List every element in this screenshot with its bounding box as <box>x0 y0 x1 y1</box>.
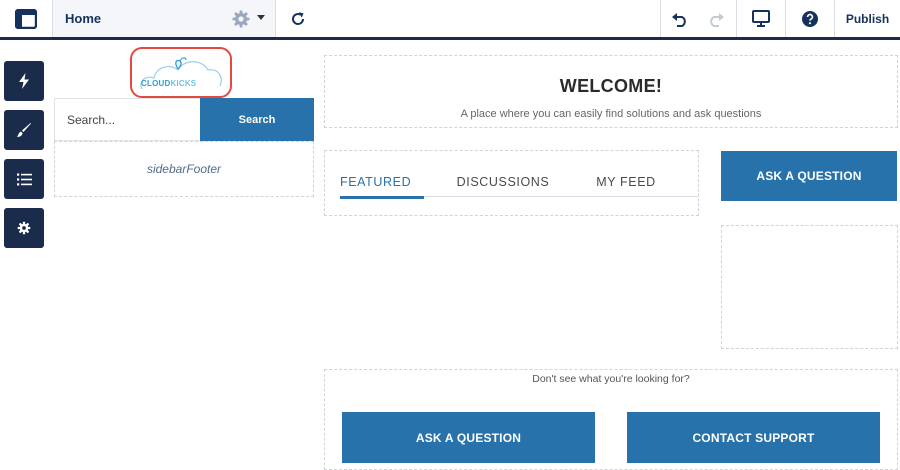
logo-wordmark: CLOUDKICKS <box>141 79 197 88</box>
layout-icon <box>15 8 37 29</box>
refresh-button[interactable] <box>276 0 320 37</box>
page-structure-rail-button[interactable] <box>4 159 44 199</box>
theme-rail-button[interactable] <box>4 110 44 150</box>
gear-icon <box>17 221 31 235</box>
help-button[interactable] <box>786 0 834 37</box>
settings-rail-button[interactable] <box>4 208 44 248</box>
list-icon <box>16 173 32 185</box>
tab-discussions[interactable]: DISCUSSIONS <box>455 175 551 189</box>
builder-toolbar: Home Publish <box>0 0 900 40</box>
brush-icon <box>17 123 31 137</box>
company-logo[interactable]: CLOUDKICKS <box>130 47 232 98</box>
components-rail-button[interactable] <box>4 61 44 101</box>
sidebar-footer-label: sidebarFooter <box>146 162 222 176</box>
bottom-ask-question-button[interactable]: ASK A QUESTION <box>342 412 595 463</box>
toolbar-divider <box>660 0 661 37</box>
undo-button[interactable] <box>662 0 698 37</box>
gear-icon[interactable] <box>231 9 251 29</box>
page-subtitle: A place where you can easily find soluti… <box>460 108 762 120</box>
help-prompt: Don't see what you're looking for? <box>532 373 690 385</box>
contact-support-button[interactable]: CONTACT SUPPORT <box>627 412 880 463</box>
page-name: Home <box>65 11 102 26</box>
device-preview-button[interactable] <box>737 0 785 37</box>
layout-toggle-button[interactable] <box>0 0 52 37</box>
monitor-icon <box>752 10 770 27</box>
redo-button[interactable] <box>698 0 734 37</box>
help-icon <box>802 10 818 27</box>
lightning-icon <box>19 73 29 89</box>
search-input[interactable] <box>54 98 200 141</box>
publish-button[interactable]: Publish <box>846 12 889 26</box>
tab-featured[interactable]: FEATURED <box>340 175 411 189</box>
active-tab-indicator <box>340 196 424 199</box>
search-button[interactable]: Search <box>200 98 314 141</box>
ask-question-button[interactable]: ASK A QUESTION <box>721 151 897 201</box>
refresh-icon <box>292 11 305 25</box>
chevron-down-icon[interactable] <box>257 15 265 20</box>
publish-cell: Publish <box>835 0 900 37</box>
undo-icon <box>672 12 686 27</box>
right-sidebar-region[interactable] <box>721 225 898 349</box>
redo-icon <box>710 12 724 27</box>
tab-my-feed[interactable]: MY FEED <box>592 175 660 189</box>
page-title: WELCOME! <box>559 76 663 96</box>
page-selector[interactable]: Home <box>53 0 275 37</box>
